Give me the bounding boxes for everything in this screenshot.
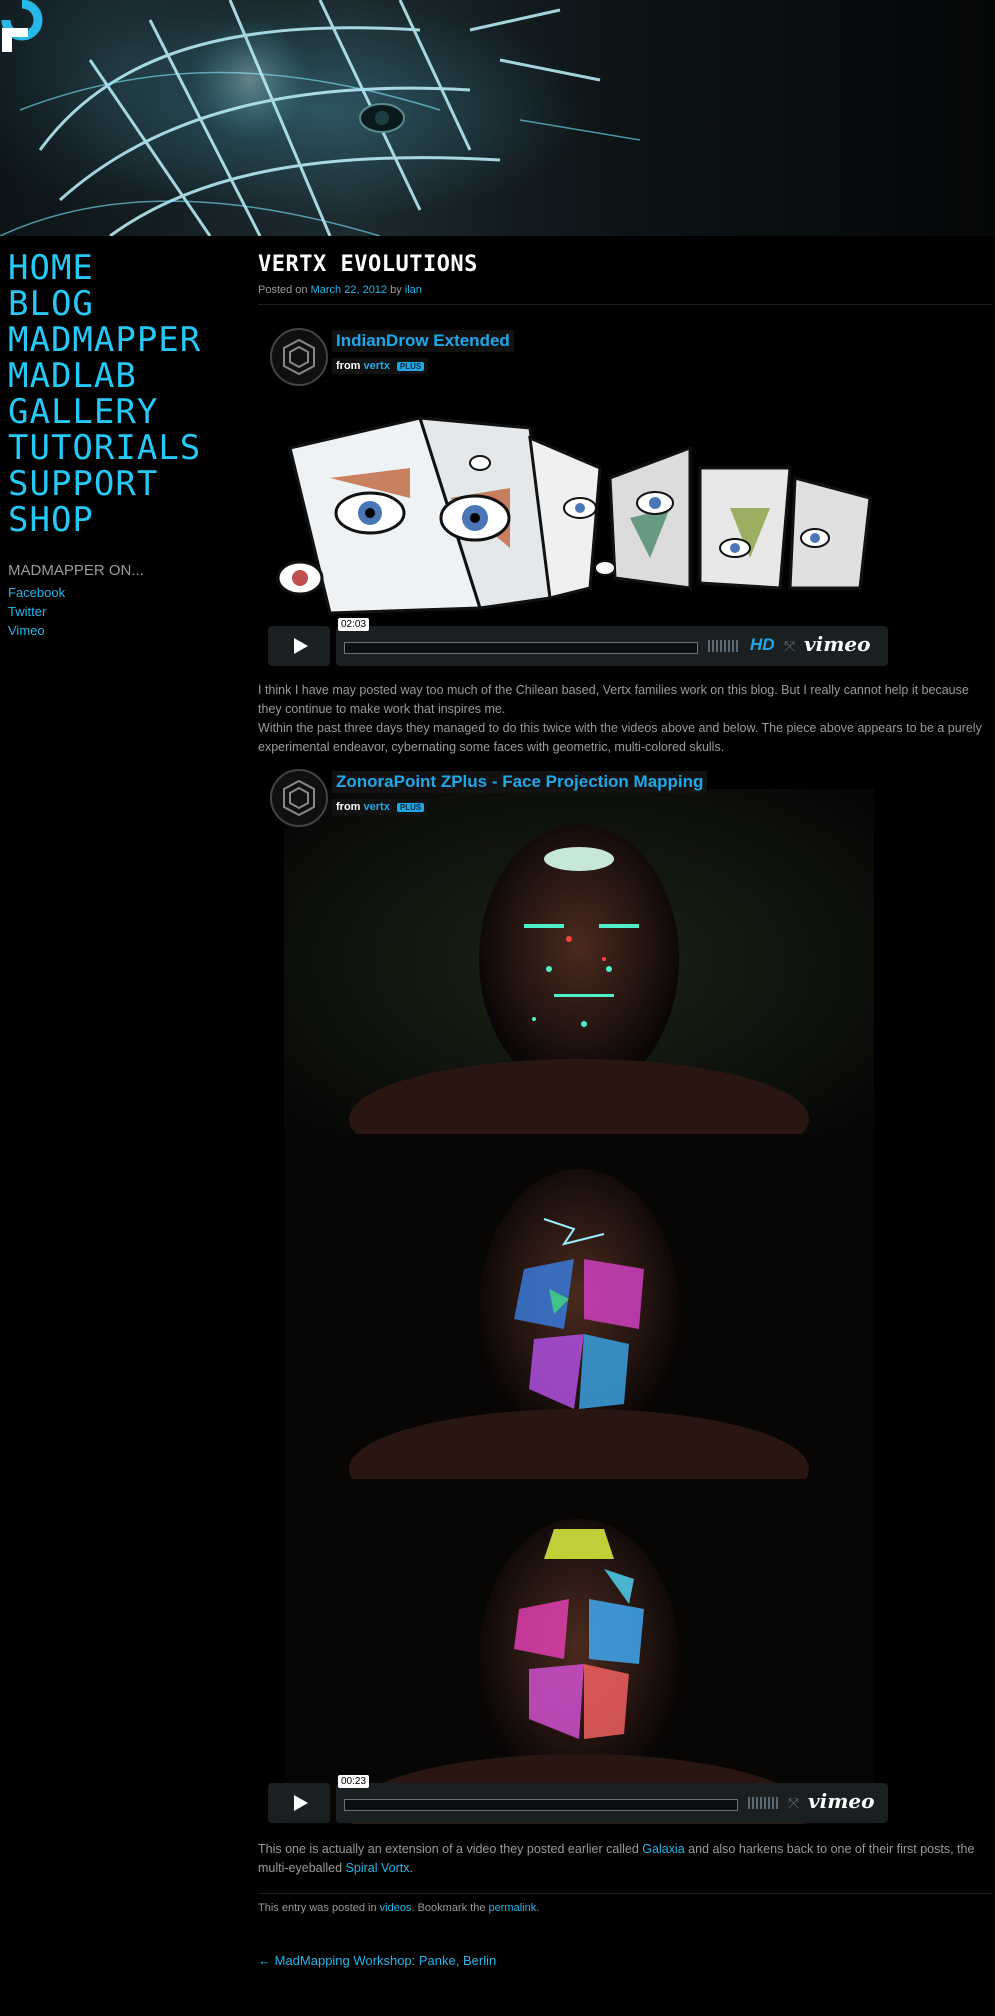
permalink-link[interactable]: permalink [489,1902,537,1914]
twitter-link[interactable]: Twitter [8,602,228,621]
timecode: 00:23 [338,1775,370,1788]
madmapper-logo-icon[interactable] [0,0,44,54]
fullscreen-icon[interactable]: ⤧ [784,638,795,655]
galaxia-link[interactable]: Galaxia [642,1842,684,1856]
vertx-cube-icon[interactable] [270,328,328,386]
paragraph-3: This one is actually an extension of a v… [258,1840,993,1878]
from-label: from [336,360,361,372]
paragraph-3-text-c: . [409,1861,413,1875]
play-icon [294,1795,308,1811]
play-button[interactable] [268,626,330,666]
vimeo-logo[interactable]: vimeo [808,1789,874,1813]
video-controls-1: 02:03 HD ⤧ vimeo [268,618,888,666]
volume-control[interactable] [708,640,738,652]
nav-gallery[interactable]: GALLERY [8,394,238,430]
vertx-cube-icon[interactable] [270,769,328,827]
main-nav: HOME BLOG MADMAPPER MADLAB GALLERY TUTOR… [8,250,238,538]
seek-track[interactable] [344,1799,738,1811]
video-player-2[interactable]: ZonoraPoint ZPlus - Face Projection Mapp… [258,769,993,1829]
post-meta: Posted on March 22, 2012 by ilan [258,284,993,305]
spiral-vortx-link[interactable]: Spiral Vortx [346,1861,410,1875]
plus-badge: PLUS [396,361,425,371]
nav-shop[interactable]: SHOP [8,502,238,538]
nav-support[interactable]: SUPPORT [8,466,238,502]
nav-madmapper[interactable]: MADMAPPER [8,322,238,358]
progress-bar[interactable]: 00:23 ⤧ vimeo [336,1775,888,1823]
nav-tutorials[interactable]: TUTORIALS [8,430,238,466]
post-title: VERTX EVOLUTIONS [258,252,478,277]
nav-home[interactable]: HOME [8,250,238,286]
video-author-link[interactable]: vertx [364,801,390,813]
projection-face-image [0,0,641,236]
by-label: by [390,284,402,296]
paragraph-3-text-a: This one is actually an extension of a v… [258,1842,643,1856]
video-byline-2: from vertx PLUS [332,799,429,815]
hd-toggle[interactable]: HD [750,635,775,655]
seek-track[interactable] [344,642,698,654]
video-thumbnail-1[interactable] [270,408,880,618]
social-title: MADMAPPER ON... [8,562,144,579]
post-content: VERTX EVOLUTIONS Posted on March 22, 201… [258,250,993,1875]
video-author-link[interactable]: vertx [364,360,390,372]
video-player-1[interactable]: IndianDrow Extended from vertx PLUS 02:0… [258,328,993,668]
progress-bar[interactable]: 02:03 HD ⤧ vimeo [336,618,888,666]
posted-on-label: Posted on [258,284,308,296]
previous-post-link[interactable]: ← MadMapping Workshop: Panke, Berlin [258,1953,496,1968]
plus-badge: PLUS [396,802,425,812]
timecode: 02:03 [338,618,370,631]
volume-control[interactable] [748,1797,778,1809]
play-button[interactable] [268,1783,330,1823]
vimeo-link[interactable]: Vimeo [8,621,228,640]
video-thumbnail-2[interactable] [284,789,874,1824]
post-date-link[interactable]: March 22, 2012 [311,284,387,296]
video-controls-2: 00:23 ⤧ vimeo [268,1775,888,1823]
vimeo-logo[interactable]: vimeo [804,632,870,656]
author-link[interactable]: ilan [405,284,422,296]
category-link[interactable]: videos [380,1902,412,1914]
social-links: MADMAPPER ON... Facebook Twitter Vimeo [8,562,228,640]
entry-text: This entry was posted in [258,1902,380,1914]
facebook-link[interactable]: Facebook [8,583,228,602]
video-title-1[interactable]: IndianDrow Extended [332,330,514,352]
video-title-2[interactable]: ZonoraPoint ZPlus - Face Projection Mapp… [332,771,708,793]
entry-meta: This entry was posted in videos. Bookmar… [258,1893,993,1914]
paragraph-1: I think I have may posted way too much o… [258,683,969,716]
fullscreen-icon[interactable]: ⤧ [788,1795,799,1812]
video-byline-1: from vertx PLUS [332,358,429,374]
header-banner [0,0,995,236]
bookmark-text: . Bookmark the [411,1902,489,1914]
paragraph-2: Within the past three days they managed … [258,721,982,754]
nav-madlab[interactable]: MADLAB [8,358,238,394]
nav-blog[interactable]: BLOG [8,286,238,322]
entry-end: . [536,1902,540,1914]
from-label: from [336,801,361,813]
play-icon [294,638,308,654]
post-body-top: I think I have may posted way too much o… [258,681,993,757]
